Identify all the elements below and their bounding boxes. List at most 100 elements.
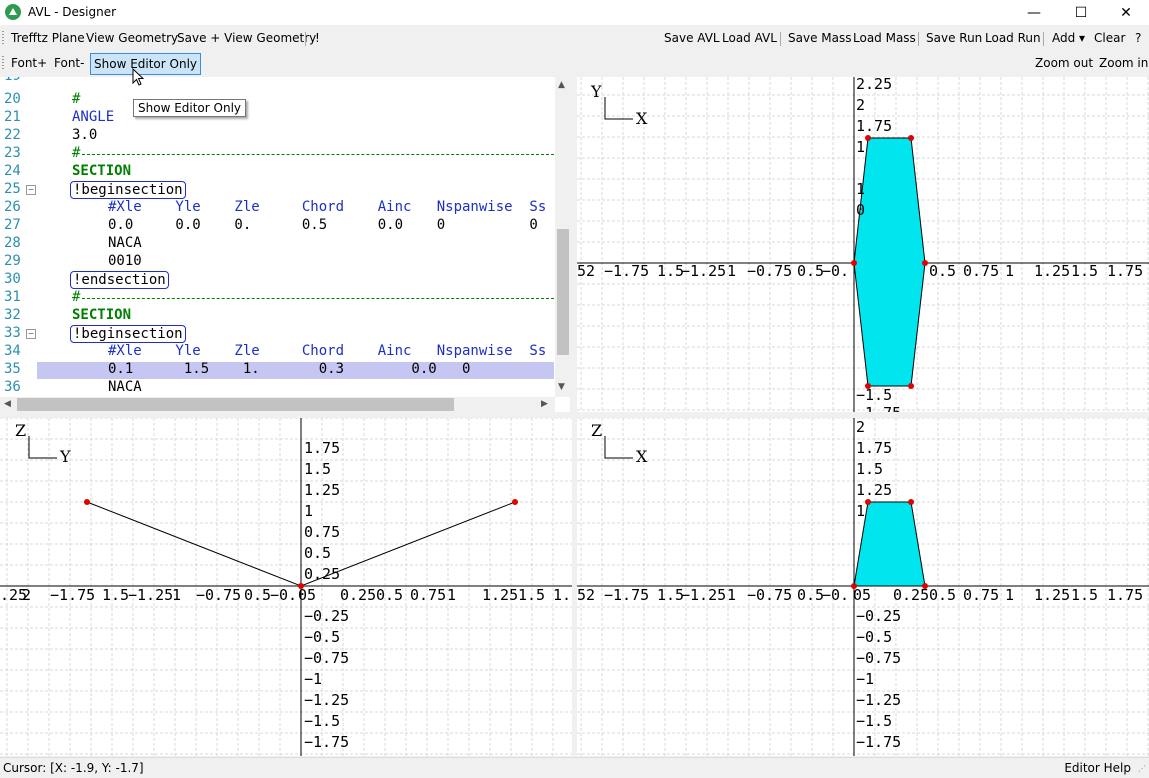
add-dropdown-button[interactable]: Add ▾ xyxy=(1052,27,1085,49)
y-tick-label: −1.75 xyxy=(856,733,901,751)
code-line: SECTION xyxy=(72,163,132,179)
view-geometry-button[interactable]: View Geometry xyxy=(86,27,178,49)
vertical-scroll-thumb[interactable] xyxy=(557,229,569,355)
y-tick-label: 2.25 xyxy=(856,77,892,93)
axes-indicator-icon: Z X xyxy=(591,421,648,466)
y-tick-label: −1.75 xyxy=(304,733,349,751)
x-tick-label: 1 xyxy=(172,586,181,604)
x-tick-label: −1.25 xyxy=(128,586,173,604)
separator xyxy=(1043,32,1044,46)
scroll-up-icon[interactable]: ▲ xyxy=(558,80,565,90)
clear-button[interactable]: Clear xyxy=(1094,27,1125,49)
x-tick-label: 1.5 xyxy=(1071,262,1098,280)
fold-toggle-icon[interactable]: − xyxy=(26,329,36,339)
x-tick-label: 1.75 xyxy=(1107,586,1143,604)
x-tick-label: 0.5 xyxy=(797,262,824,280)
y-tick-label: 1.5 xyxy=(856,460,883,478)
line-number: 27 xyxy=(4,217,21,233)
y-tick-label: −1 xyxy=(856,670,874,688)
zoom-out-button[interactable]: Zoom out xyxy=(1035,52,1093,74)
code-line: 0.1 1.5 1. 0.3 0.0 0 xyxy=(108,361,471,377)
x-tick-label: 1.75 xyxy=(1107,262,1143,280)
top-view-plot[interactable]: 52 −1.75 1.5 −1.25 1 −0.75 0.5 −0. 0.5 0… xyxy=(577,77,1149,412)
x-tick-label: 1.5 xyxy=(518,586,545,604)
load-avl-button[interactable]: Load AVL xyxy=(722,27,777,49)
close-button[interactable]: ✕ xyxy=(1103,0,1149,25)
status-bar: Cursor: [X: -1.9, Y: -1.7] Editor Help ⋰ xyxy=(0,757,1149,778)
x-tick-label: 1.25 xyxy=(1034,586,1070,604)
scroll-down-icon[interactable]: ▼ xyxy=(558,382,565,392)
y-tick-label: −0.75 xyxy=(304,649,349,667)
load-mass-button[interactable]: Load Mass xyxy=(853,27,916,49)
line-number: 31 xyxy=(4,289,21,305)
editor-help-link[interactable]: Editor Help xyxy=(1064,761,1131,775)
code-line: ANGLE xyxy=(72,109,115,125)
save-avl-button[interactable]: Save AVL xyxy=(664,27,720,49)
y-tick-label: −0.25 xyxy=(856,607,901,625)
code-line: 3.0 xyxy=(72,127,98,143)
minimize-button[interactable]: — xyxy=(1011,0,1057,25)
menu-bar: Trefftz Plane View Geometry Save + View … xyxy=(0,27,1149,51)
save-run-button[interactable]: Save Run xyxy=(926,27,982,49)
x-tick-label: −1.25 xyxy=(681,586,726,604)
side-view-plot[interactable]: 52 −1.75 1.5 −1.25 1 −0.75 0.5 −0. 05 0.… xyxy=(577,418,1149,756)
y-tick-label: −1.25 xyxy=(856,691,901,709)
node-point xyxy=(865,135,871,141)
scroll-right-icon[interactable]: ▶ xyxy=(541,399,548,409)
y-tick-label: −1.25 xyxy=(304,691,349,709)
line-number: 28 xyxy=(4,235,21,251)
x-tick-label: 1 xyxy=(727,586,736,604)
node-point xyxy=(908,383,914,389)
horizontal-axis-label: X xyxy=(636,447,648,466)
x-tick-label: −0. xyxy=(822,262,849,280)
y-tick-label: 2 xyxy=(856,96,865,114)
x-tick-label: 1.25 xyxy=(1034,262,1070,280)
save-mass-button[interactable]: Save Mass xyxy=(788,27,851,49)
load-run-button[interactable]: Load Run xyxy=(985,27,1041,49)
trefftz-plane-button[interactable]: Trefftz Plane xyxy=(11,27,85,49)
line-number-gutter: 19 20 21 22 23 24 25 26 27 28 29 30 31 3… xyxy=(0,77,26,397)
x-tick-label: −1.75 xyxy=(604,586,649,604)
font-minus-button[interactable]: Font- xyxy=(54,52,84,74)
wing-planform xyxy=(853,137,926,387)
line-number: 32 xyxy=(4,307,21,323)
help-button[interactable]: ? xyxy=(1135,27,1141,49)
x-tick-label: −1.75 xyxy=(50,586,95,604)
x-tick-label: −1.25 xyxy=(681,262,726,280)
y-tick-label: 0 xyxy=(856,201,865,219)
x-tick-label: 0.5 xyxy=(929,586,956,604)
horizontal-scroll-thumb[interactable] xyxy=(17,398,454,411)
code-line: # xyxy=(72,145,81,161)
cursor-position-readout: Cursor: [X: -1.9, Y: -1.7] xyxy=(3,761,144,775)
y-tick-label: 0.25 xyxy=(304,565,340,583)
scroll-left-icon[interactable]: ◀ xyxy=(4,399,11,409)
x-tick-label: 1 xyxy=(1005,262,1014,280)
line-number: 35 xyxy=(4,361,21,377)
comment-divider xyxy=(82,298,554,299)
x-tick-label: 2 xyxy=(22,586,31,604)
x-tick-label: 0.5 xyxy=(244,586,271,604)
save-view-geometry-button[interactable]: Save + View Geometry xyxy=(177,27,316,49)
code-editor[interactable]: 19 20 21 22 23 24 25 26 27 28 29 30 31 3… xyxy=(0,77,570,412)
node-point xyxy=(865,499,871,505)
title-bar: AVL - Designer — ☐ ✕ xyxy=(0,0,1149,25)
bang-button[interactable]: ! xyxy=(315,27,320,49)
front-view-plot[interactable]: .25 2 −1.75 1.5 −1.25 1 −0.75 0.5 −0. 05… xyxy=(0,418,572,756)
x-tick-label: 1.5 xyxy=(102,586,129,604)
y-tick-label: −1.5 xyxy=(856,712,892,730)
zoom-in-button[interactable]: Zoom in xyxy=(1099,52,1148,74)
mouse-cursor-icon xyxy=(132,68,145,86)
separator xyxy=(918,32,919,46)
font-plus-button[interactable]: Font+ xyxy=(11,52,47,74)
y-tick-label: −1 xyxy=(304,670,322,688)
y-tick-label: −0.5 xyxy=(856,628,892,646)
line-number: 29 xyxy=(4,253,21,269)
maximize-button[interactable]: ☐ xyxy=(1058,0,1104,25)
y-tick-label: 1 xyxy=(856,502,865,520)
fold-toggle-icon[interactable]: − xyxy=(26,185,36,195)
toolbar-grip-icon xyxy=(2,31,4,46)
vertical-axis-label: Z xyxy=(591,421,602,440)
y-tick-label: −1.5 xyxy=(856,386,892,404)
x-tick-label: −0.75 xyxy=(747,262,792,280)
line-number: 19 xyxy=(4,77,21,84)
